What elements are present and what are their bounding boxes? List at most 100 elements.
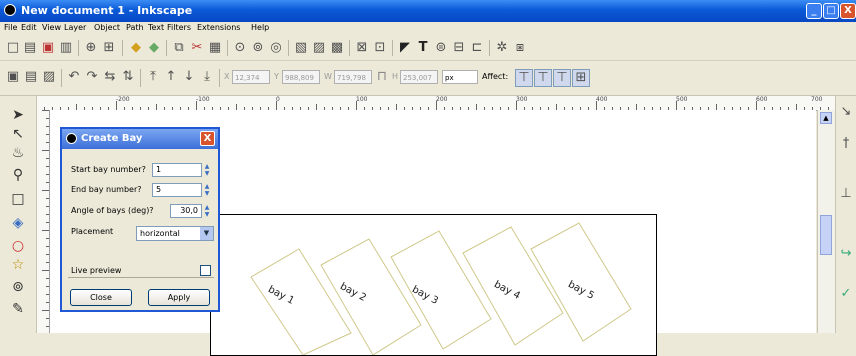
scroll-up-arrow-icon[interactable]: ▲ [820,112,832,124]
copy-icon[interactable]: ⧉ [171,40,187,56]
menu-view[interactable]: View [42,23,61,32]
rotate-cw-icon[interactable]: ↷ [84,69,100,85]
apply-button[interactable]: Apply [148,289,210,306]
star-tool-icon[interactable]: ☆ [9,256,27,274]
duplicate-icon[interactable]: ▧ [293,40,309,56]
import-icon[interactable]: ⊕ [83,40,99,56]
flip-horizontal-icon[interactable]: ⇆ [102,69,118,85]
cut-icon[interactable]: ✂ [189,40,205,56]
dialog-titlebar[interactable]: Create Bay X [62,129,218,149]
transform-icon[interactable]: ⊏ [469,40,485,56]
redo-icon[interactable]: ◆ [146,40,162,56]
y-input[interactable]: 988,809 [282,70,320,84]
pencil-tool-icon[interactable]: ✎ [9,300,27,318]
spiral-tool-icon[interactable]: ⊚ [9,278,27,296]
lower-to-bottom-icon[interactable]: ⤓ [199,69,215,85]
maximize-button[interactable]: □ [823,3,839,19]
snap-toggle-icon[interactable]: ↘ [838,104,854,120]
export-icon[interactable]: ⊞ [101,40,117,56]
snap-paths-icon[interactable]: ↪ [838,246,854,262]
dialog-close-button[interactable]: X [200,131,215,146]
select-all-icon[interactable]: ▣ [5,69,21,85]
dialog-title: Create Bay [81,133,143,144]
snap-nodes-icon[interactable]: † [838,136,854,152]
snap-bbox-icon[interactable]: ⊥ [838,186,854,202]
zoom-selection-icon[interactable]: ⊙ [232,40,248,56]
end-bay-input[interactable]: 5 [152,183,202,197]
selector-tool-icon[interactable]: ➤ [9,106,27,124]
align-distribute-icon[interactable]: ⊟ [451,40,467,56]
angle-input[interactable]: 30,0 [170,204,202,218]
minimize-button[interactable]: _ [806,3,822,19]
zoom-drawing-icon[interactable]: ⊚ [250,40,266,56]
save-icon[interactable]: ▣ [40,40,56,56]
menu-text[interactable]: Text [148,23,164,32]
select-all-layers-icon[interactable]: ▤ [23,69,39,85]
xml-editor-icon[interactable]: ⊜ [433,40,449,56]
transform-gradients-icon[interactable]: ⊤ [553,69,571,87]
menu-object[interactable]: Object [94,23,120,32]
flip-vertical-icon[interactable]: ⇅ [120,69,136,85]
create-bay-dialog: Create Bay X Start bay number? 1 ▲ ▼ End … [60,127,220,312]
ruler-tick [46,302,49,303]
bay-2-outline[interactable] [320,238,422,355]
raise-to-top-icon[interactable]: ⤒ [145,69,161,85]
undo-icon[interactable]: ◆ [128,40,144,56]
snap-intersections-icon[interactable]: ✓ [838,286,854,302]
menu-help[interactable]: Help [251,23,269,32]
menu-filters[interactable]: Filters [167,23,191,32]
ruler-tick [46,134,49,135]
rectangle-tool-icon[interactable]: □ [9,190,27,208]
zoom-page-icon[interactable]: ◎ [268,40,284,56]
clone-icon[interactable]: ▨ [311,40,327,56]
document-properties-icon[interactable]: ⧆ [512,40,528,56]
bay-3-outline[interactable] [390,230,492,350]
zoom-tool-icon[interactable]: ⚲ [9,166,27,184]
rotate-ccw-icon[interactable]: ↶ [66,69,82,85]
end-bay-spinner[interactable]: ▲ ▼ [203,183,211,197]
x-input[interactable]: 12,374 [232,70,270,84]
new-document-icon[interactable]: □ [5,40,21,56]
height-input[interactable]: 253,007 [400,70,438,84]
bay-1-outline[interactable] [250,248,352,355]
close-window-button[interactable]: X [840,3,856,19]
ruler-label: 600 [756,96,768,103]
live-preview-checkbox[interactable] [200,265,211,276]
menu-file[interactable]: File [4,23,17,32]
unlink-clone-icon[interactable]: ▩ [329,40,345,56]
scale-stroke-icon[interactable]: ⊤ [515,69,533,87]
menu-extensions[interactable]: Extensions [197,23,240,32]
menu-edit[interactable]: Edit [21,23,37,32]
vertical-scrollbar[interactable]: ▲ [817,110,835,333]
width-input[interactable]: 719,798 [334,70,372,84]
tweak-tool-icon[interactable]: ♨ [9,144,27,162]
bay-5-outline[interactable] [530,222,632,342]
node-tool-icon[interactable]: ↖ [9,125,27,143]
scale-corners-icon[interactable]: ⊤ [534,69,552,87]
unit-select[interactable]: px [442,70,478,84]
lock-ratio-icon[interactable]: ⊓ [374,69,390,85]
menu-layer[interactable]: Layer [64,23,86,32]
paste-icon[interactable]: ▦ [207,40,223,56]
ungroup-icon[interactable]: ⊡ [372,40,388,56]
transform-patterns-icon[interactable]: ⊞ [572,69,590,87]
menubar: File Edit View Layer Object Path Text Fi… [0,22,856,35]
3d-box-tool-icon[interactable]: ◈ [9,214,27,232]
start-bay-spinner[interactable]: ▲ ▼ [203,163,211,177]
raise-icon[interactable]: ↑ [163,69,179,85]
angle-spinner[interactable]: ▲ ▼ [203,204,211,218]
fill-stroke-icon[interactable]: ◤ [397,40,413,56]
group-icon[interactable]: ⊠ [354,40,370,56]
preferences-icon[interactable]: ✲ [494,40,510,56]
scroll-thumb[interactable] [820,215,832,255]
close-button[interactable]: Close [70,289,132,306]
start-bay-input[interactable]: 1 [152,163,202,177]
ellipse-tool-icon[interactable]: ○ [9,237,27,255]
text-font-icon[interactable]: T [415,40,431,56]
lower-icon[interactable]: ↓ [181,69,197,85]
menu-path[interactable]: Path [126,23,144,32]
deselect-icon[interactable]: ▨ [41,69,57,85]
print-icon[interactable]: ▥ [58,40,74,56]
placement-select[interactable]: horizontal ▼ [136,226,214,241]
open-icon[interactable]: ▤ [22,40,38,56]
